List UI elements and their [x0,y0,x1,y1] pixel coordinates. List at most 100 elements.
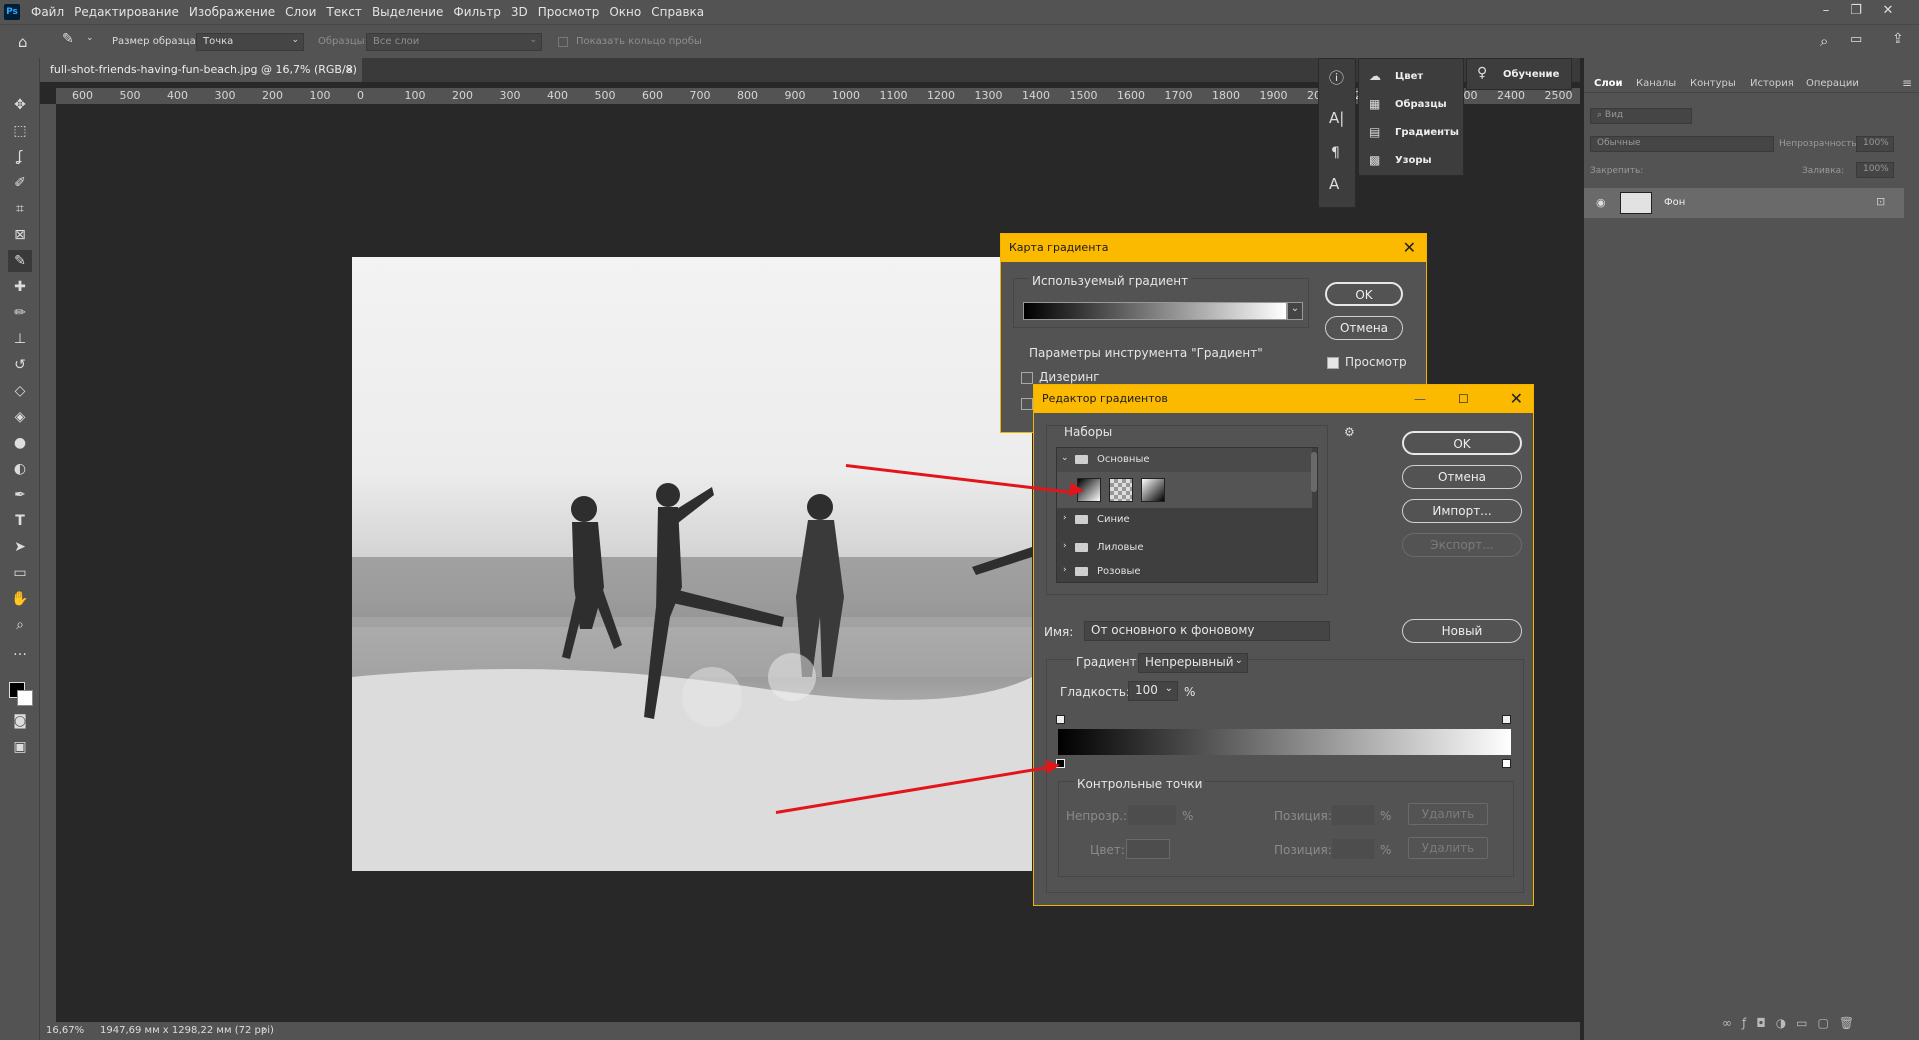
maximize-icon[interactable]: ☐ [1458,385,1469,413]
restore-button[interactable]: ❐ [1842,0,1870,24]
path-select-icon[interactable]: ➤ [8,536,32,558]
menu-filter[interactable]: Фильтр [448,0,505,24]
editor-cancel-button[interactable]: Отмена [1402,465,1522,489]
menu-select[interactable]: Выделение [367,0,448,24]
history-brush-icon[interactable]: ↺ [8,354,32,376]
tab-layers[interactable]: Слои [1594,78,1623,89]
panel-color-label[interactable]: Цвет [1395,71,1423,82]
dither-checkbox[interactable] [1021,372,1033,384]
layer-row[interactable]: ◉ Фон ⊡ [1584,188,1904,218]
menu-3d[interactable]: 3D [506,0,533,24]
brush-tool-icon[interactable]: ✏ [8,302,32,324]
paint-bucket-icon[interactable]: ◈ [8,406,32,428]
preview-checkbox[interactable] [1327,357,1339,369]
lightbulb-icon[interactable]: ♀ [1477,65,1487,81]
tab-paths[interactable]: Контуры [1690,78,1736,89]
opacity-stop-right[interactable] [1502,715,1511,724]
opacity-position-field[interactable] [1332,805,1374,825]
gradient-swatch-fg-transparent[interactable] [1109,478,1133,502]
marquee-tool-icon[interactable]: ⬚ [8,120,32,142]
blend-mode-select[interactable]: Обычные [1590,136,1774,152]
screen-mode-icon[interactable]: ▣ [8,736,32,758]
gradient-map-cancel-button[interactable]: Отмена [1325,316,1403,340]
healing-brush-icon[interactable]: ✚ [8,276,32,298]
gradient-map-ok-button[interactable]: OK [1325,282,1403,306]
folder-row-basic[interactable]: ⌄ Основные [1057,448,1312,472]
glyphs-icon[interactable]: A [1329,175,1339,193]
menu-edit[interactable]: Редактирование [69,0,184,24]
home-icon[interactable]: ⌂ [18,33,36,51]
dodge-tool-icon[interactable]: ◐ [8,458,32,480]
frame-tool-icon[interactable]: ⊠ [8,224,32,246]
show-ring-checkbox[interactable] [558,37,568,47]
gradient-type-select[interactable]: Непрерывный ⌄ [1138,653,1248,673]
gradient-swatch-black-white[interactable] [1141,478,1165,502]
menu-file[interactable]: Файл [26,0,69,24]
menu-type[interactable]: Текст [321,0,367,24]
opacity-field[interactable]: 100% [1856,136,1894,152]
swatches-panel-icon[interactable]: ▦ [1369,97,1380,111]
stop-opacity-field[interactable] [1128,805,1176,825]
panel-menu-icon[interactable]: ≡ [1902,76,1912,90]
character-icon[interactable]: A| [1329,109,1344,127]
color-stop-right[interactable] [1502,759,1511,768]
chevron-down-icon[interactable]: ⌄ [86,33,94,43]
panel-gradients-label[interactable]: Градиенты [1395,127,1459,138]
zoom-level[interactable]: 16,67% [46,1025,84,1036]
editor-ok-button[interactable]: OK [1402,431,1522,455]
presets-scrollbar[interactable] [1311,452,1317,492]
close-icon[interactable]: ✕ [1403,234,1416,262]
close-tab-icon[interactable]: × [345,58,354,82]
used-gradient-preview[interactable] [1023,302,1287,320]
reverse-checkbox[interactable] [1021,398,1033,410]
import-button[interactable]: Импорт... [1402,499,1522,523]
stamp-tool-icon[interactable]: ⊥ [8,328,32,350]
search-icon[interactable]: ⌕ [1820,32,1828,50]
menu-window[interactable]: Окно [604,0,646,24]
background-color-swatch[interactable] [17,690,33,706]
color-panel-icon[interactable]: ☁ [1369,69,1381,83]
type-tool-icon[interactable]: T [8,510,32,532]
tab-channels[interactable]: Каналы [1636,78,1676,89]
delete-opacity-stop-button[interactable]: Удалить [1408,803,1488,825]
opacity-stop-left[interactable] [1056,715,1065,724]
gradient-preview-bar[interactable] [1058,729,1511,755]
minimize-icon[interactable]: — [1414,385,1426,413]
layer-actions-icons[interactable]: ∞ƒ◘◑▭▢🗑 [1722,1016,1864,1030]
menu-help[interactable]: Справка [646,0,709,24]
learn-label[interactable]: Обучение [1503,69,1559,80]
folder-row-pink[interactable]: › Розовые [1057,560,1312,582]
eyedropper-tool-icon[interactable]: ✎ [62,31,80,49]
zoom-tool-icon[interactable]: ⌕ [8,614,32,636]
eyedropper-icon[interactable]: ✎ [8,250,32,272]
hand-tool-icon[interactable]: ✋ [8,588,32,610]
gradient-name-input[interactable]: От основного к фоновому [1084,621,1330,641]
share-icon[interactable]: ⇪ [1892,31,1904,47]
chevron-down-icon[interactable]: ⌄ [1287,302,1303,320]
panel-swatches-label[interactable]: Образцы [1395,99,1447,110]
stop-color-swatch[interactable] [1126,839,1170,859]
samples-select[interactable]: Все слои ⌄ [366,33,542,51]
sample-size-select[interactable]: Точка ⌄ [196,33,304,51]
panel-patterns-label[interactable]: Узоры [1395,155,1432,166]
document-photo[interactable] [352,257,1032,871]
move-tool-icon[interactable]: ✥ [8,94,32,116]
gear-icon[interactable]: ⚙ [1344,425,1355,439]
quick-mask-icon[interactable]: ◙ [8,710,32,732]
chevron-right-icon[interactable]: › [262,1024,266,1035]
more-tools-icon[interactable]: … [8,640,32,662]
minimize-button[interactable]: – [1812,0,1840,24]
patterns-panel-icon[interactable]: ▩ [1369,153,1380,167]
menu-layers[interactable]: Слои [280,0,321,24]
blur-tool-icon[interactable]: ● [8,432,32,454]
eraser-tool-icon[interactable]: ◇ [8,380,32,402]
close-app-button[interactable]: ✕ [1874,0,1902,24]
folder-row-purple[interactable]: › Лиловые [1057,536,1312,560]
layer-filter-input[interactable]: ⌕ Вид [1590,108,1692,124]
tab-history[interactable]: История [1750,78,1794,89]
close-icon[interactable]: ✕ [1510,385,1523,413]
menu-image[interactable]: Изображение [184,0,280,24]
gradients-panel-icon[interactable]: ▤ [1369,125,1380,139]
pen-tool-icon[interactable]: ✒ [8,484,32,506]
info-icon[interactable]: ⓘ [1329,67,1344,88]
